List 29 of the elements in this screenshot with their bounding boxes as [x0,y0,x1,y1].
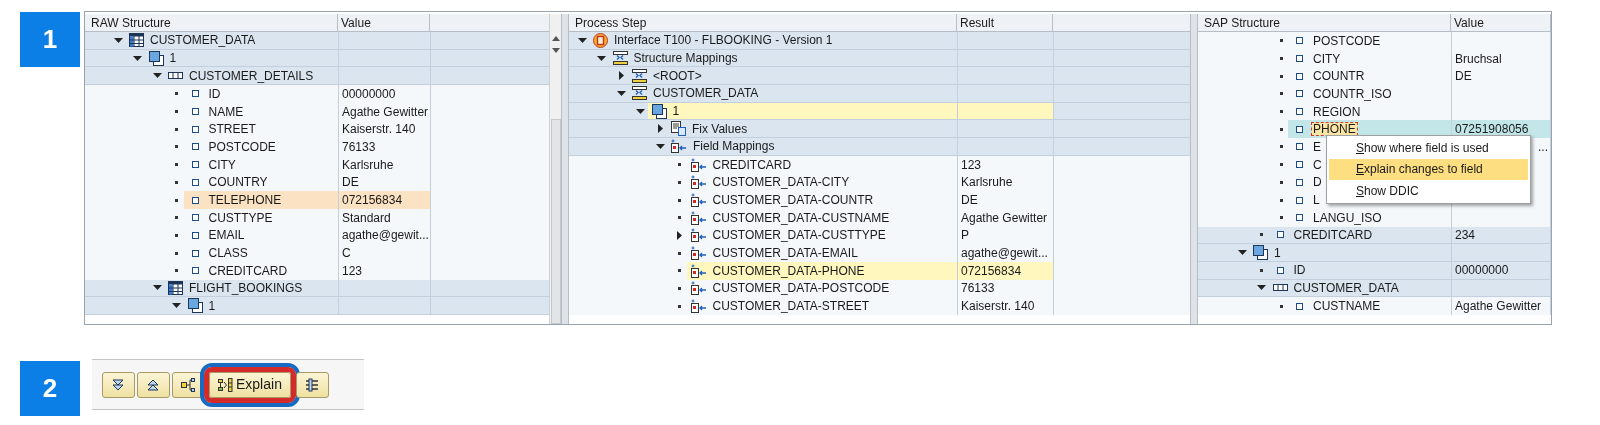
value-text: Agathe Gewitter [961,211,1048,224]
step-badge: 2 [20,361,80,416]
value-text: agathe@gewit... [961,247,1048,260]
value-text: Standard [342,211,391,224]
value-text: Kaiserstr. 140 [961,300,1035,313]
value-text: 00000000 [1455,264,1509,277]
value-text: 07251908056 [1455,123,1529,136]
value-text: 76133 [961,282,995,295]
value-text: Agathe Gewitter [342,105,429,118]
value-text: ... [1538,140,1548,153]
value-text: 123 [342,264,363,277]
value-text: Karlsruhe [342,158,394,171]
value-text: 123 [961,158,982,171]
value-text: 00000000 [342,87,396,100]
value-text: P [961,229,969,242]
value-text: Karlsruhe [961,176,1013,189]
value-text: agathe@gewit... [342,229,429,242]
value-text: Agathe Gewitter [1455,300,1542,313]
value-text: Bruchsal [1455,52,1502,65]
value-text: DE [1455,70,1472,83]
step-badge: 1 [20,12,80,67]
value-text: DE [961,194,978,207]
value-text: Kaiserstr. 140 [342,123,416,136]
value-text: 76133 [342,140,376,153]
value-text: 072156834 [961,264,1022,277]
value-text: 234 [1455,228,1476,241]
value-text: DE [342,176,359,189]
value-text: C [342,247,351,260]
value-text: 072156834 [342,194,403,207]
